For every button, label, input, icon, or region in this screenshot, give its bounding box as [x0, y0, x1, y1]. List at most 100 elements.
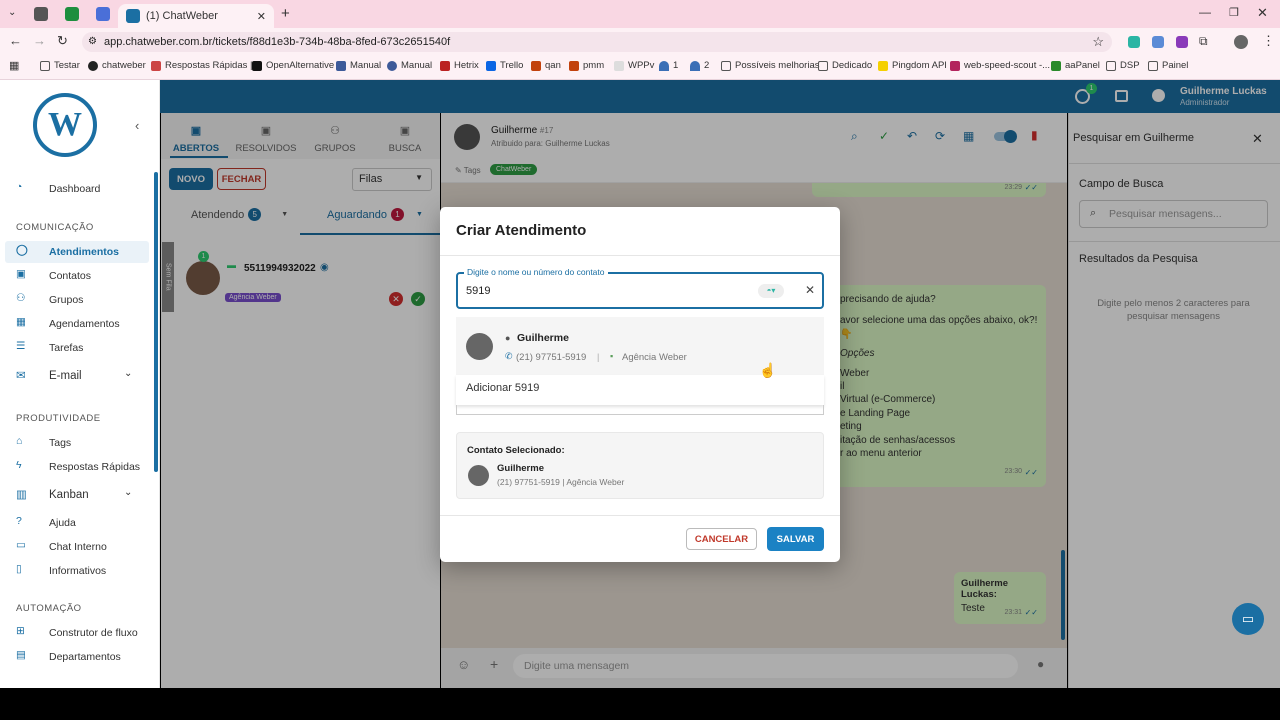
clear-input-icon[interactable]: ✕: [805, 283, 815, 297]
bookmark-7[interactable]: Trello: [486, 60, 523, 71]
sidebar-item-respostas[interactable]: ϟ Respostas Rápidas: [16, 459, 140, 474]
url-text: app.chatweber.com.br/tickets/f88d1e3b-73…: [104, 36, 451, 48]
active-tab[interactable]: (1) ChatWeber ✕: [118, 4, 274, 28]
contact-search-value: 5919: [466, 285, 491, 297]
sidebar-item-chat-interno[interactable]: ▭ Chat Interno: [16, 539, 107, 554]
trello-icon: [486, 60, 496, 71]
modal-footer-divider: [440, 515, 840, 516]
apps-grid-icon[interactable]: ▦: [9, 59, 19, 72]
bookmark-12[interactable]: 2: [690, 60, 709, 71]
person-icon: ●: [505, 333, 511, 343]
profile-avatar-icon[interactable]: [1234, 35, 1248, 49]
bookmark-0[interactable]: Testar: [40, 60, 80, 71]
bookmark-favicon: [950, 60, 960, 71]
option-company: Agência Weber: [622, 352, 687, 363]
sidebar-item-grupos[interactable]: ⚇ Grupos: [16, 292, 83, 307]
sidebar-item-atendimentos[interactable]: ◯ Atendimentos: [16, 244, 119, 259]
selected-name: Guilherme: [497, 463, 544, 474]
contact-search-label: Digite o nome ou número do contato: [464, 267, 608, 277]
chat-bubble-icon: ◯: [16, 244, 28, 256]
sidebar-item-dashboard[interactable]: ◔ Dashboard: [16, 181, 100, 196]
bookmark-favicon: [151, 60, 161, 71]
github-icon: [88, 60, 98, 71]
kanban-expand-icon[interactable]: ⌄: [124, 487, 132, 498]
tab-search-icon[interactable]: ⌄: [8, 7, 16, 18]
close-tab-icon[interactable]: ✕: [257, 10, 266, 23]
bookmark-10[interactable]: WPPv: [614, 60, 654, 71]
sidebar-item-informativos[interactable]: ▯ Informativos: [16, 563, 106, 578]
book-icon: ▯: [16, 563, 22, 575]
collapse-sidebar-icon[interactable]: ‹: [135, 118, 139, 133]
selected-avatar: [468, 465, 489, 486]
gmail-tab-icon[interactable]: [34, 7, 48, 21]
folder-icon: [40, 60, 50, 71]
tab-title: (1) ChatWeber: [146, 10, 218, 22]
channel-select[interactable]: ◓▾: [758, 284, 784, 298]
extension-icon-2[interactable]: [1152, 36, 1164, 48]
sheets-tab-icon[interactable]: [65, 7, 79, 21]
bookmark-18[interactable]: DSP: [1106, 60, 1140, 71]
sidebar-item-agendamentos[interactable]: ▦ Agendamentos: [16, 316, 120, 331]
autocomplete-bottom-border: [456, 405, 824, 415]
add-contact-option[interactable]: Adicionar 5919: [456, 375, 824, 405]
site-info-icon[interactable]: ⚙: [88, 32, 97, 52]
selected-label: Contato Selecionado:: [467, 445, 565, 456]
sidebar-scrollbar[interactable]: [154, 172, 158, 472]
sidebar-item-ajuda[interactable]: ? Ajuda: [16, 515, 76, 530]
new-tab-icon[interactable]: +: [281, 5, 290, 22]
option-avatar: [466, 333, 493, 360]
extensions-puzzle-icon[interactable]: ⧉: [1199, 34, 1208, 49]
bookmark-1[interactable]: chatweber: [88, 60, 146, 71]
bookmark-15[interactable]: Pingdom API: [878, 60, 947, 71]
forward-icon[interactable]: →: [33, 33, 46, 48]
reload-icon[interactable]: ↻: [57, 33, 68, 49]
brand-logo: W: [33, 93, 97, 157]
help-icon: ?: [16, 515, 22, 527]
bookmark-9[interactable]: pmm: [569, 60, 604, 71]
sidebar-item-contatos[interactable]: ▣ Contatos: [16, 268, 91, 283]
email-expand-icon[interactable]: ⌄: [124, 368, 132, 379]
flow-icon: ⊞: [16, 625, 25, 637]
back-icon[interactable]: ←: [9, 33, 22, 48]
sidebar-item-departamentos[interactable]: ▤ Departamentos: [16, 649, 121, 664]
contact-search-field[interactable]: Digite o nome ou número do contato 5919 …: [456, 267, 824, 309]
browser-menu-icon[interactable]: ⋮: [1262, 33, 1275, 49]
cancel-button[interactable]: CANCELAR: [686, 528, 757, 550]
bookmark-4[interactable]: Manual: [336, 60, 381, 71]
close-window-icon[interactable]: ✕: [1257, 5, 1268, 21]
sidebar-item-tags[interactable]: ⌂ Tags: [16, 435, 71, 450]
url-input[interactable]: ⚙ app.chatweber.com.br/tickets/f88d1e3b-…: [82, 32, 1112, 52]
app-tab-icon[interactable]: [96, 7, 110, 21]
bookmark-3[interactable]: OpenAlternative: [252, 60, 334, 71]
briefcase-icon: ▤: [16, 649, 26, 661]
sidebar-item-construtor[interactable]: ⊞ Construtor de fluxo: [16, 625, 138, 640]
phone-icon: ✆: [505, 351, 513, 361]
sidebar-item-email[interactable]: ✉ E-mail: [16, 368, 82, 383]
bookmark-16[interactable]: web-speed-scout -...: [950, 60, 1050, 71]
bookmark-6[interactable]: Hetrix: [440, 60, 479, 71]
app-sidebar: [0, 80, 160, 688]
bookmark-8[interactable]: qan: [531, 60, 561, 71]
bookmark-favicon: [878, 60, 888, 71]
save-button[interactable]: SALVAR: [767, 527, 824, 551]
folder-icon: [721, 60, 731, 71]
section-comunicacao: COMUNICAÇÃO: [16, 222, 94, 233]
sidebar-item-kanban[interactable]: ▥ Kanban: [16, 487, 89, 502]
option-name: Guilherme: [517, 332, 569, 344]
bookmark-11[interactable]: 1: [659, 60, 678, 71]
help-fab[interactable]: ▭: [1232, 603, 1264, 635]
option-separator: |: [597, 352, 600, 362]
bookmark-19[interactable]: Painel: [1148, 60, 1188, 71]
bookmark-star-icon[interactable]: ☆: [1092, 32, 1104, 52]
bookmark-17[interactable]: aaPanel: [1051, 60, 1100, 71]
extension-icon-3[interactable]: [1176, 36, 1188, 48]
tag-icon: ⌂: [16, 435, 23, 447]
bookmark-5[interactable]: Manual: [387, 60, 432, 71]
restore-icon[interactable]: ❐: [1229, 6, 1239, 19]
bookmark-2[interactable]: Respostas Rápidas |...: [151, 60, 260, 71]
extension-icon-1[interactable]: [1128, 36, 1140, 48]
minimize-icon[interactable]: —: [1199, 5, 1211, 19]
bookmark-13[interactable]: Possíveis melhorias: [721, 60, 819, 71]
sidebar-item-tarefas[interactable]: ☰ Tarefas: [16, 340, 83, 355]
bookmark-14[interactable]: Dedicado: [818, 60, 872, 71]
